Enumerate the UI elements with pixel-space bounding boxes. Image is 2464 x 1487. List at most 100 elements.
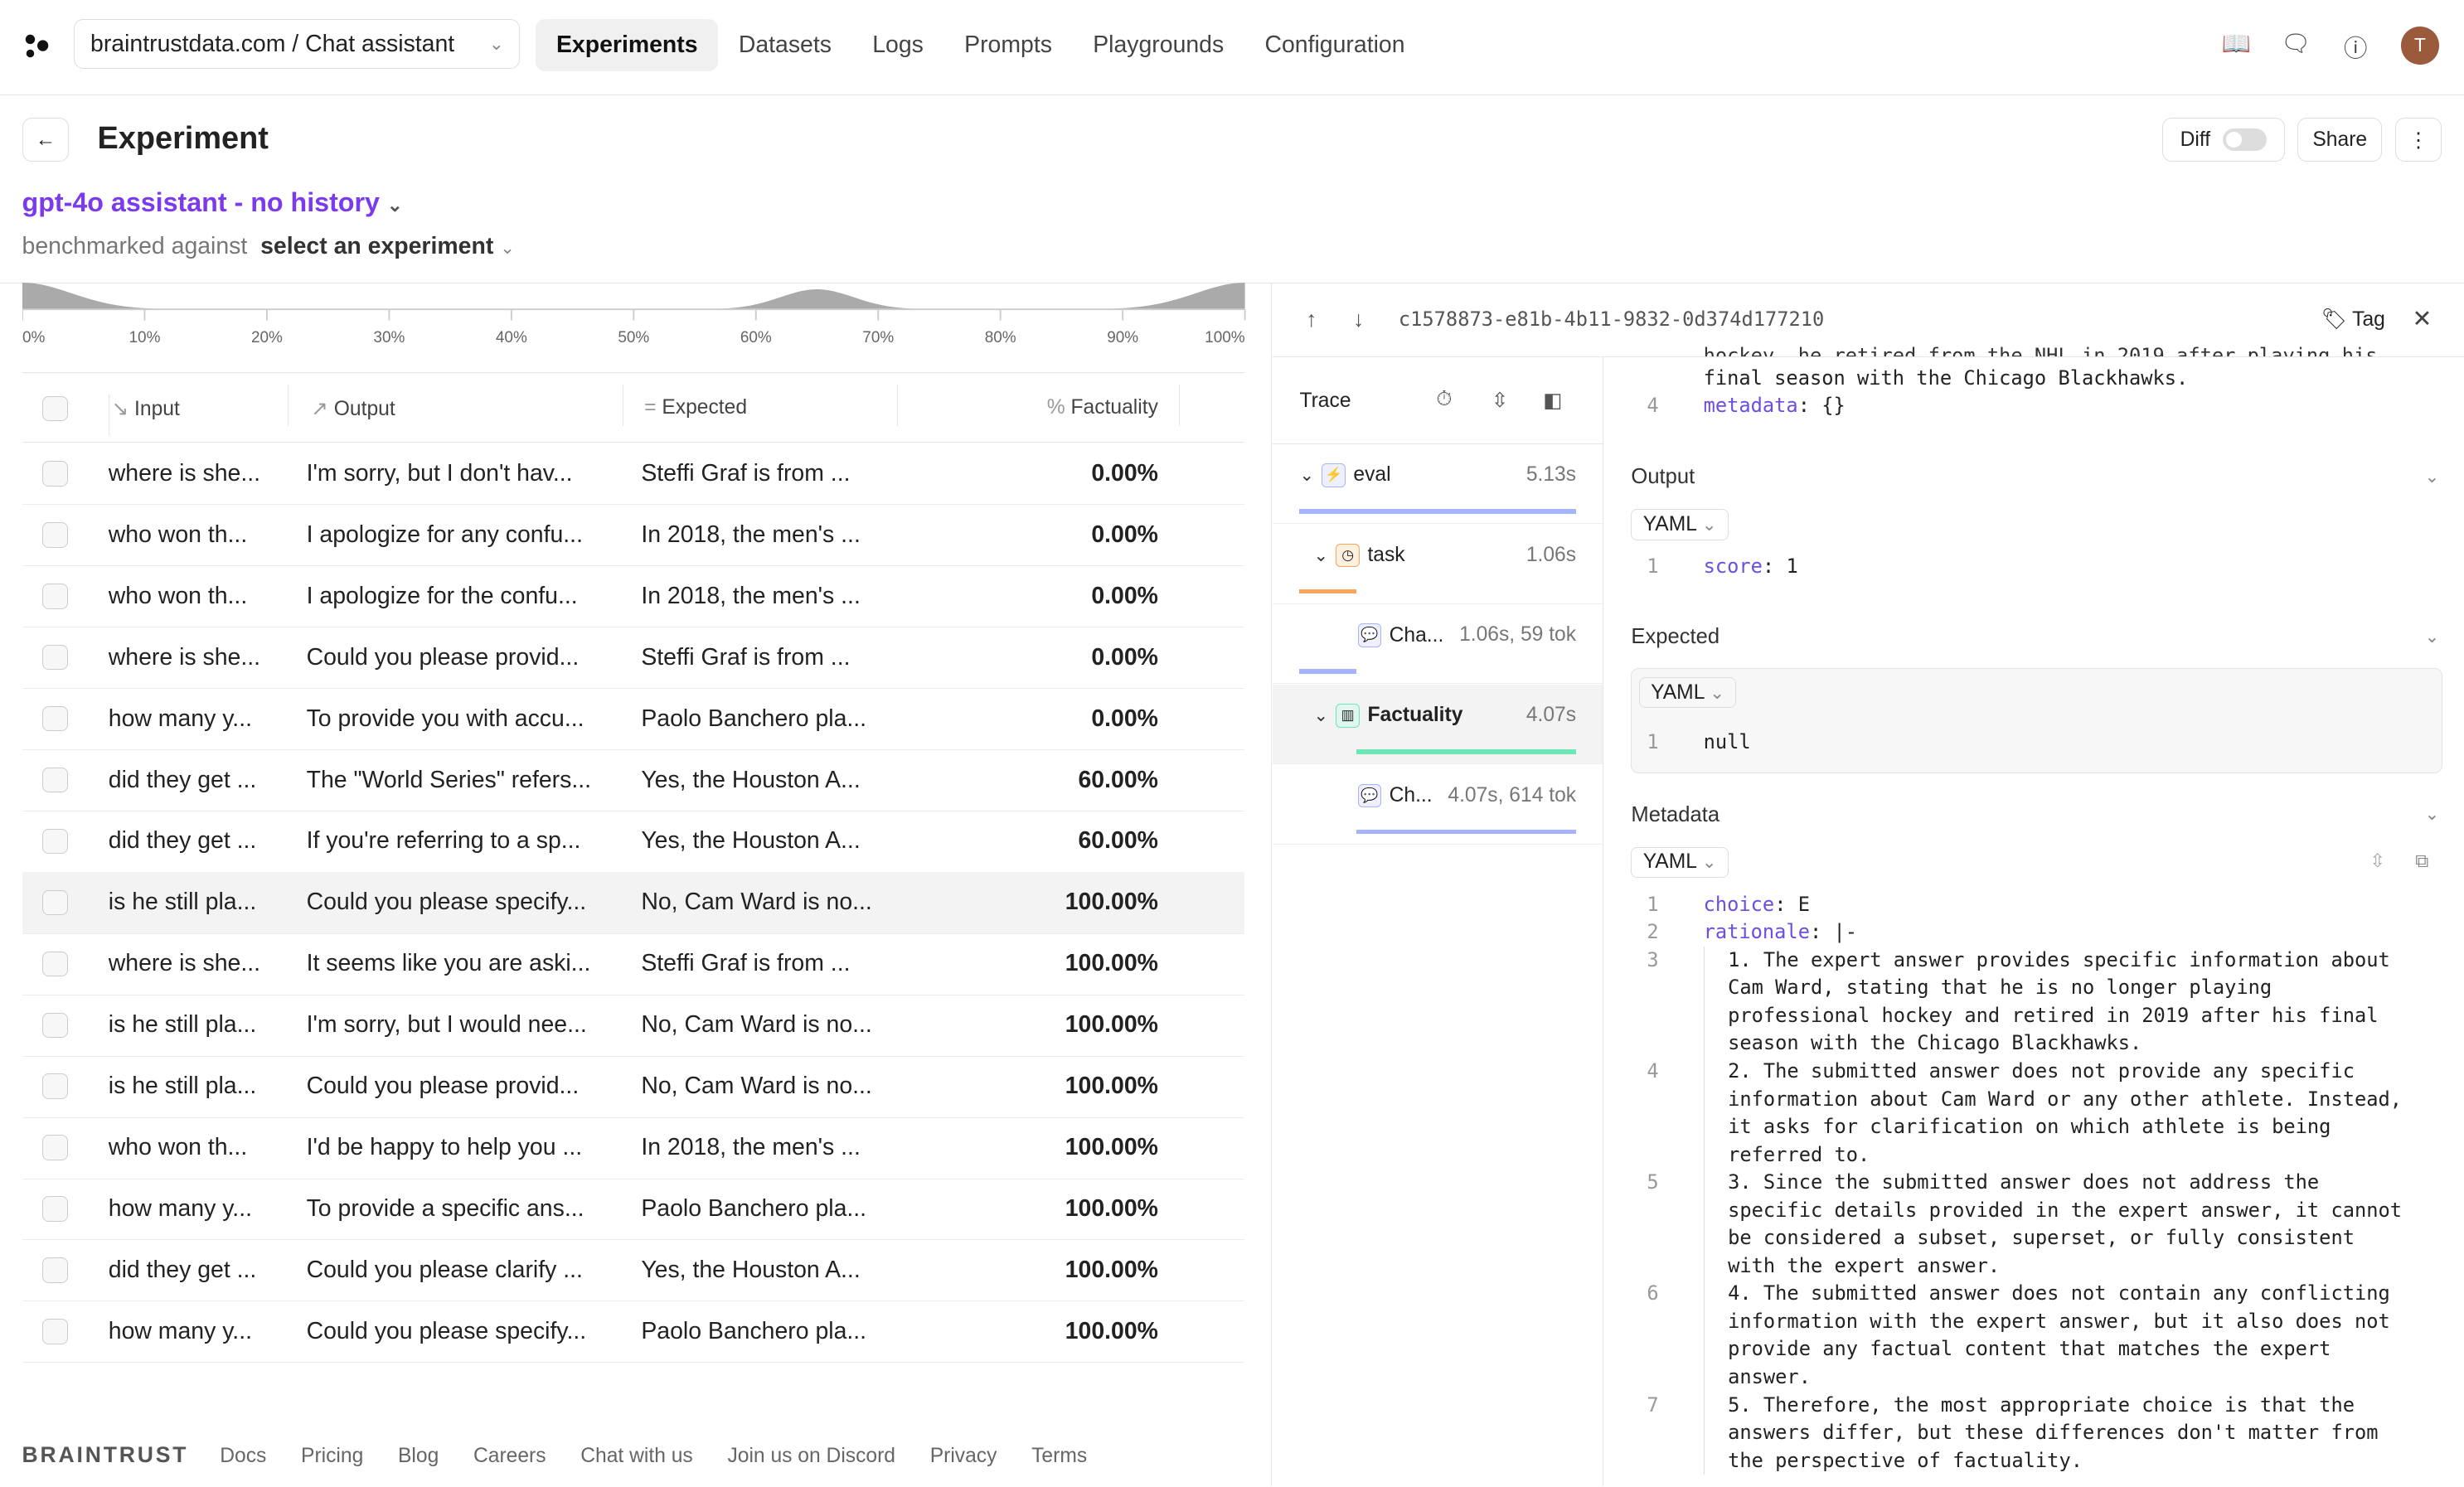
row-checkbox[interactable] (42, 644, 68, 671)
row-checkbox[interactable] (42, 522, 68, 548)
chevron-down-icon[interactable]: ⌄ (2425, 627, 2439, 647)
table-row[interactable]: where is she... It seems like you are ask… (22, 933, 1245, 995)
column-output[interactable]: ↗ Output (311, 396, 395, 421)
collapse-icon[interactable]: ⇳ (2369, 850, 2385, 872)
project-selector[interactable]: braintrustdata.com / Chat assistant ⌄ (74, 18, 521, 70)
row-checkbox[interactable] (42, 951, 68, 977)
chevron-down-icon[interactable]: ⌄ (2425, 804, 2439, 825)
chat-icon[interactable]: 🗨 (2280, 30, 2311, 61)
logo-icon[interactable] (22, 31, 51, 60)
trace-span-ch[interactable]: 💬 Ch... 4.07s, 614 tok (1273, 765, 1603, 845)
row-checkbox[interactable] (42, 1257, 68, 1283)
footer-link-pricing[interactable]: Pricing (301, 1445, 363, 1467)
select-all-checkbox[interactable] (42, 395, 68, 422)
footer-link-join-us-on-discord[interactable]: Join us on Discord (727, 1445, 895, 1467)
trace-span-factuality[interactable]: ⌄ ▥ Factuality 4.07s (1273, 685, 1603, 765)
column-input[interactable]: ↘ Input (112, 396, 180, 421)
table-row[interactable]: where is she... Could you please provid..… (22, 627, 1245, 690)
row-checkbox[interactable] (42, 767, 68, 793)
footer-link-terms[interactable]: Terms (1031, 1445, 1087, 1467)
table-row[interactable]: did they get ... The "World Series" refer… (22, 749, 1245, 811)
factuality-score: 100.00% (1065, 1011, 1158, 1039)
footer-link-docs[interactable]: Docs (220, 1445, 266, 1467)
row-checkbox[interactable] (42, 1135, 68, 1160)
tag-button[interactable]: 🏷 Tag (2321, 308, 2385, 332)
table-header: ↘ Input ↗ Output = Expected % Factuality (22, 385, 1245, 443)
span-timeline-bar (1356, 829, 1577, 835)
tick-label: 0% (22, 329, 46, 346)
toggle-switch[interactable] (2223, 128, 2268, 151)
nav-item-datasets[interactable]: Datasets (718, 19, 851, 71)
nav-item-configuration[interactable]: Configuration (1244, 19, 1425, 71)
footer-link-privacy[interactable]: Privacy (930, 1445, 997, 1467)
nav-item-logs[interactable]: Logs (852, 19, 944, 71)
metadata-format-select[interactable]: YAML ⌄ (1631, 846, 1729, 879)
row-checkbox[interactable] (42, 584, 68, 609)
footer-link-chat-with-us[interactable]: Chat with us (580, 1445, 693, 1467)
row-checkbox[interactable] (42, 1196, 68, 1222)
row-checkbox[interactable] (42, 1073, 68, 1099)
docs-book-icon[interactable]: 📖 (2220, 30, 2252, 61)
next-row-arrow-icon[interactable]: ↓ (1353, 307, 1364, 332)
table-row[interactable]: is he still pla... I'm sorry, but I would… (22, 995, 1245, 1057)
share-button[interactable]: Share (2297, 118, 2383, 162)
benchmark-selector[interactable]: select an experiment (260, 233, 493, 259)
trace-span-task[interactable]: ⌄ ◷ task 1.06s (1273, 525, 1603, 604)
experiment-selector[interactable]: gpt-4o assistant - no history ⌄ (22, 187, 403, 218)
table-row[interactable]: who won th... I apologize for any confu..… (22, 504, 1245, 567)
column-expected[interactable]: = Expected (644, 396, 747, 419)
nav-item-playgrounds[interactable]: Playgrounds (1073, 19, 1244, 71)
chevron-down-icon[interactable]: ⌄ (1314, 705, 1328, 726)
row-checkbox[interactable] (42, 1319, 68, 1344)
table-row[interactable]: is he still pla... Could you please provi… (22, 1056, 1245, 1118)
footer-link-blog[interactable]: Blog (398, 1445, 439, 1467)
row-checkbox[interactable] (42, 1012, 68, 1038)
trace-span-cha[interactable]: 💬 Cha... 1.06s, 59 tok (1273, 605, 1603, 685)
help-icon[interactable]: ⓘ (2340, 30, 2371, 62)
span-name: Cha... (1389, 623, 1444, 647)
row-checkbox[interactable] (42, 705, 68, 732)
trace-span-eval[interactable]: ⌄ ⚡ eval 5.13s (1273, 444, 1603, 525)
table-row[interactable]: who won th... I apologize for the confu..… (22, 565, 1245, 628)
input-cell: who won th... (108, 582, 248, 609)
previous-row-arrow-icon[interactable]: ↑ (1306, 307, 1317, 332)
footer-link-careers[interactable]: Careers (473, 1445, 546, 1467)
output-format-select[interactable]: YAML ⌄ (1631, 509, 1729, 540)
chevron-down-icon[interactable]: ⌄ (2425, 467, 2439, 487)
row-checkbox[interactable] (42, 828, 68, 855)
more-options-icon[interactable]: ⋮ (2394, 118, 2442, 162)
sidebar-toggle-icon[interactable]: ◧ (1543, 388, 1562, 413)
nav-item-prompts[interactable]: Prompts (944, 19, 1073, 71)
diff-toggle[interactable]: Diff (2162, 118, 2285, 162)
copy-icon[interactable]: ⧉ (2415, 850, 2428, 872)
close-icon[interactable]: ✕ (2412, 305, 2432, 333)
table-row[interactable]: is he still pla... Could you please speci… (22, 871, 1245, 934)
table-row[interactable]: who won th... I'd be happy to help you ..… (22, 1117, 1245, 1179)
expected-format-select[interactable]: YAML ⌄ (1638, 676, 1737, 709)
llm-chat-icon: 💬 (1357, 783, 1382, 808)
table-row[interactable]: how many y... To provide a specific ans..… (22, 1179, 1245, 1241)
span-name-group: 💬 Ch... (1357, 783, 1433, 808)
expected-section-title[interactable]: Expected (1631, 625, 1719, 649)
back-button[interactable]: ← (22, 118, 70, 162)
table-row[interactable]: did they get ... Could you please clarify… (22, 1239, 1245, 1302)
collapse-icon[interactable]: ⇳ (1491, 388, 1509, 413)
column-factuality[interactable]: % Factuality (1047, 396, 1158, 419)
nav-item-experiments[interactable]: Experiments (536, 18, 719, 72)
table-row[interactable]: where is she... I'm sorry, but I don't ha… (22, 443, 1245, 506)
chevron-down-icon[interactable]: ⌄ (1314, 545, 1328, 566)
code-key: score (1703, 555, 1763, 579)
table-row[interactable]: did they get ... If you're referring to a… (22, 811, 1245, 873)
chevron-down-icon[interactable]: ⌄ (1299, 465, 1313, 486)
row-checkbox[interactable] (42, 889, 68, 916)
table-row[interactable]: how many y... Could you please specify...… (22, 1301, 1245, 1363)
input-cell: who won th... (108, 1134, 248, 1161)
tick-label: 70% (862, 329, 894, 346)
span-name: Factuality (1367, 704, 1463, 727)
table-row[interactable]: how many y... To provide you with accu...… (22, 688, 1245, 751)
row-checkbox[interactable] (42, 461, 68, 487)
timer-icon[interactable]: ⏱ (1436, 388, 1452, 411)
avatar[interactable]: T (2401, 27, 2439, 65)
metadata-section-title[interactable]: Metadata (1631, 803, 1719, 827)
output-section-title[interactable]: Output (1631, 465, 1695, 489)
